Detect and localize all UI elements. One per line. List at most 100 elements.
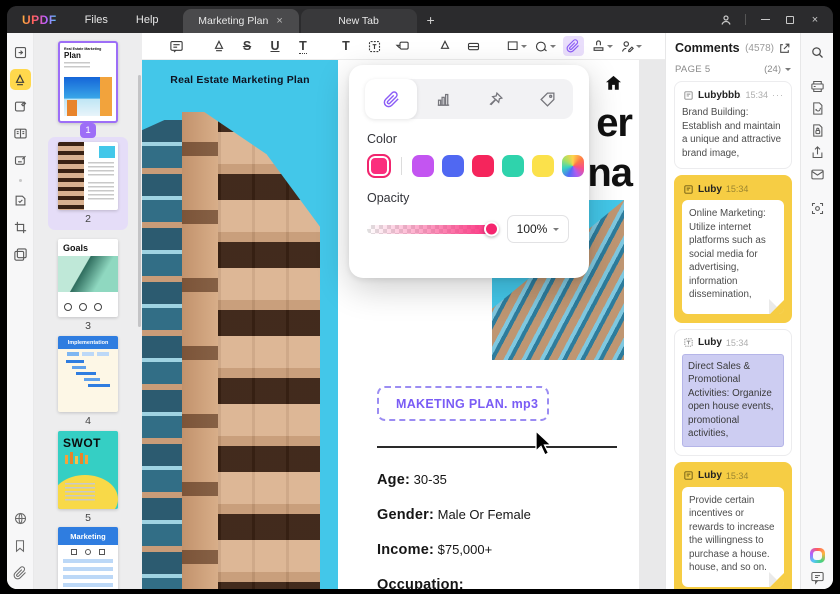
divider [745,14,746,25]
thumb3-page-number: 3 [34,320,142,332]
thumbnail-page-6[interactable]: Marketing [58,527,118,589]
tab-label: New Tab [338,15,379,27]
tab-label: Marketing Plan [198,15,268,27]
chevron-down-icon[interactable] [785,68,791,74]
page-thumbnails-icon[interactable] [10,42,31,63]
protect-document-icon[interactable] [806,120,828,140]
bar-chart-icon [435,91,452,108]
maximize-button[interactable] [784,14,796,26]
audio-attachment[interactable]: MAKETING PLAN. mp3 [377,386,549,421]
thumbnail-page-3[interactable]: Goals [58,239,118,317]
close-button[interactable]: × [809,14,821,26]
page-label: PAGE 5 [675,64,710,75]
edit-pdf-icon[interactable] [10,96,31,117]
translate-icon[interactable] [10,508,31,529]
annotation-toolbar: S U T T [142,33,665,60]
menu-files[interactable]: Files [85,14,108,26]
signature-icon[interactable] [620,36,642,56]
thumbnail-page-4[interactable]: Implementation [58,336,118,412]
swatch-red[interactable] [472,155,494,177]
window-controls: × [720,6,821,33]
tab-attachment[interactable] [365,79,417,119]
text-box-icon[interactable] [364,36,385,56]
comment-card-sticky[interactable]: Luby 15:34 Provide certain incentives or… [674,462,792,589]
shape-rectangle-icon[interactable] [506,36,527,56]
tab-close-icon[interactable]: × [276,15,282,27]
comment-card-sticky[interactable]: Luby 15:34 Online Marketing: Utilize int… [674,175,792,323]
swatch-purple[interactable] [412,155,434,177]
pencil-icon[interactable] [435,36,456,56]
new-tab-button[interactable]: + [427,12,435,28]
attachment-rail-icon[interactable] [10,562,31,583]
shape-ellipse-icon[interactable] [534,36,556,56]
comment-author: Lubybbb...bbuty [698,90,741,101]
form-tool-icon[interactable] [10,150,31,171]
page-comment-count: (24) [764,64,781,75]
minimize-button[interactable] [759,14,771,26]
tab-new-tab[interactable]: New Tab [301,9,417,33]
comment-author: Luby [698,337,722,348]
text-comment-icon[interactable]: T [336,36,357,56]
rail-divider-dot [19,179,22,182]
field-occupation: Occupation: [377,577,464,589]
opacity-slider-handle[interactable] [484,222,499,237]
thumbnail-scrollbar[interactable] [138,75,141,327]
open-in-window-icon[interactable] [778,42,791,55]
eraser-icon[interactable] [463,36,484,56]
swatch-selected[interactable] [367,154,391,178]
tab-chart[interactable] [417,79,469,119]
swatch-rainbow[interactable] [562,155,584,177]
bookmark-icon[interactable] [10,535,31,556]
ocr-icon[interactable] [806,76,828,96]
sticky-note-icon[interactable] [166,36,187,56]
stamp-icon[interactable] [591,36,613,56]
thumb3-title: Goals [58,239,118,253]
center-column: S U T T [142,33,665,589]
swatch-yellow[interactable] [532,155,554,177]
feedback-chat-icon[interactable] [806,567,828,587]
account-icon[interactable] [720,14,732,26]
underline-icon[interactable]: U [265,36,286,56]
comments-count: (4578) [745,43,774,54]
thumb1-title-small: Real Estate Marketing [60,43,116,51]
opacity-slider[interactable] [367,225,495,234]
strikethrough-icon[interactable]: S [237,36,258,56]
mail-icon[interactable] [806,164,828,184]
chevron-down-icon [636,45,642,51]
tab-marketing-plan[interactable]: Marketing Plan × [183,9,299,33]
color-swatches [367,154,589,178]
thumbnail-page-1[interactable]: Real Estate Marketing Plan [58,41,118,123]
cover-title: Real Estate Marketing Plan [142,74,338,86]
comment-tool-icon[interactable] [10,69,31,90]
search-icon[interactable] [806,42,828,62]
swatch-blue[interactable] [442,155,464,177]
comments-title: Comments [675,41,740,55]
comments-list: Lubybbb...bbuty 15:34 ··· Brand Building… [666,81,800,589]
screenshot-icon[interactable] [806,198,828,218]
highlight-icon[interactable] [209,36,230,56]
comment-time: 15:34 [745,90,768,100]
sign-tool-icon[interactable] [10,190,31,211]
main-area: Real Estate Marketing Plan 1 2 Goals [7,33,833,589]
share-icon[interactable] [806,142,828,162]
squiggly-underline-icon[interactable]: T [293,36,314,56]
opacity-value-dropdown[interactable]: 100% [507,215,569,243]
swatch-teal[interactable] [502,155,524,177]
more-menu-icon[interactable]: ··· [772,90,784,100]
convert-document-icon[interactable] [806,98,828,118]
text-callout-icon[interactable] [392,36,413,56]
menu-help[interactable]: Help [136,14,159,26]
comment-card[interactable]: Luby 15:34 Direct Sales & Promotional Ac… [674,329,792,456]
attachment-tool-icon[interactable] [563,36,584,56]
right-rail [800,33,833,589]
organize-pages-icon[interactable] [10,244,31,265]
reader-view-icon[interactable] [10,123,31,144]
crop-tool-icon[interactable] [10,217,31,238]
tab-tag[interactable] [521,79,573,119]
thumbnail-page-2[interactable] [58,142,118,210]
tab-pin[interactable] [469,79,521,119]
comment-card[interactable]: Lubybbb...bbuty 15:34 ··· Brand Building… [674,81,792,169]
ai-assistant-icon[interactable] [806,545,828,565]
thumbnail-page-5[interactable]: SWOT [58,431,118,509]
chevron-down-icon [607,45,613,51]
